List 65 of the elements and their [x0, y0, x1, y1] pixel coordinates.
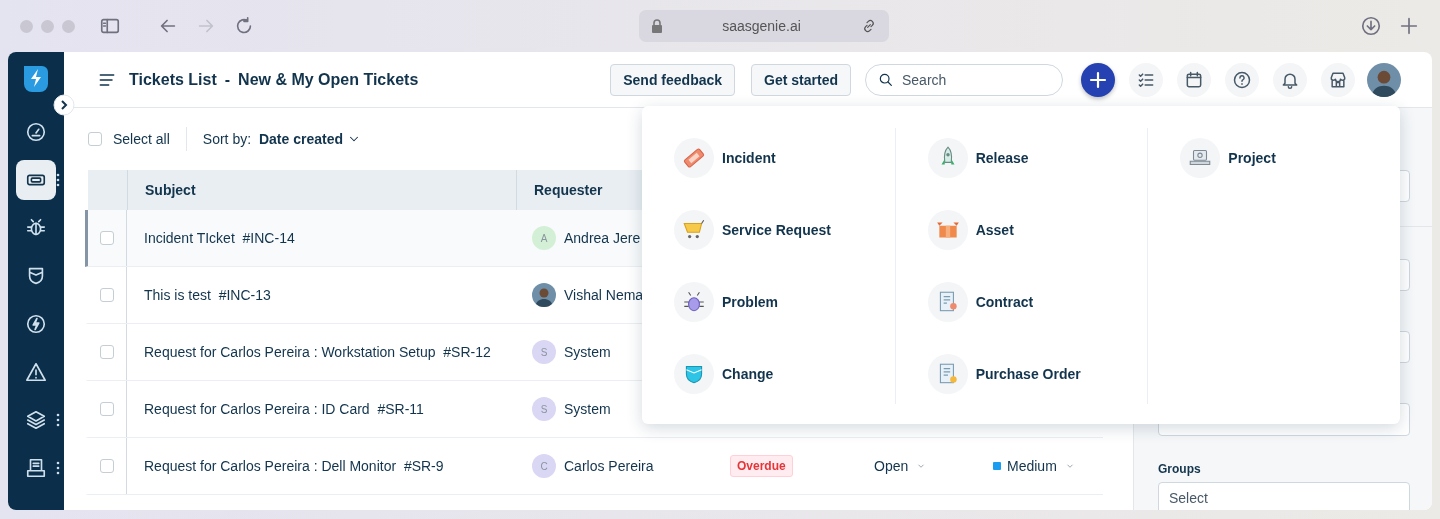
page-title: Tickets List — [129, 70, 217, 89]
menu-item[interactable]: Release — [927, 128, 1116, 188]
document-icon — [25, 457, 47, 479]
sort-dropdown[interactable]: Sort by: Date created — [202, 131, 361, 147]
help-button[interactable] — [1225, 62, 1259, 97]
help-icon — [1232, 69, 1252, 90]
search-icon — [878, 71, 894, 88]
requester-name: Carlos Pereira — [564, 458, 654, 474]
calendar-icon — [1184, 69, 1204, 90]
bolt-icon — [25, 313, 47, 335]
priority-dropdown[interactable]: Medium — [993, 458, 1075, 474]
subject-link[interactable]: Request for Carlos Pereira : ID Card #SR-11 — [127, 381, 516, 437]
menu-item[interactable]: Change — [674, 344, 863, 404]
subject-link[interactable]: Request for Carlos Pereira : Dell Monitor #SR-9 — [127, 438, 516, 494]
subject-link[interactable]: Request for Carlos Pereira : Workstation Setup #SR-12 — [127, 324, 516, 380]
header-button[interactable]: Get started — [751, 63, 851, 96]
checkbox[interactable] — [100, 231, 114, 245]
requester-avatar: C — [532, 454, 556, 478]
expand-toggle-icon[interactable] — [53, 94, 75, 116]
requester-avatar — [532, 283, 556, 307]
menu-item[interactable]: Purchase Order — [927, 344, 1116, 404]
more-icon[interactable] — [56, 413, 60, 427]
checkbox[interactable] — [100, 402, 114, 416]
checkbox[interactable] — [100, 459, 114, 473]
checkbox[interactable] — [100, 345, 114, 359]
gauge-icon — [25, 121, 47, 143]
bell-button[interactable] — [1273, 62, 1307, 97]
store-button[interactable] — [1321, 62, 1355, 97]
menu-item[interactable]: Asset — [927, 200, 1116, 260]
field-label: Groups — [1158, 462, 1202, 476]
requester-name: System — [564, 344, 611, 360]
header-button[interactable]: Send feedback — [610, 63, 736, 96]
lock-icon — [650, 19, 663, 33]
requester-name: Andrea Jere — [564, 230, 641, 246]
overdue-badge: Overdue — [730, 455, 793, 477]
warning-icon — [25, 361, 47, 383]
more-icon[interactable] — [56, 461, 60, 475]
menu-item[interactable]: Project — [1180, 128, 1368, 188]
select-all-label[interactable]: Select all — [113, 131, 170, 147]
title-separator: - — [224, 70, 231, 89]
requester-name: Vishal Nema — [564, 287, 644, 303]
checkbox[interactable] — [100, 288, 114, 302]
new-tab-icon[interactable] — [1398, 15, 1420, 37]
view-name[interactable]: New & My Open Tickets — [238, 70, 419, 89]
download-icon[interactable] — [1360, 15, 1382, 37]
requester-avatar: A — [532, 226, 556, 250]
address-bar[interactable]: saasgenie.ai — [638, 10, 889, 42]
menu-item[interactable]: Problem — [674, 272, 863, 332]
create-button[interactable] — [1081, 62, 1115, 97]
menu-item[interactable]: Contract — [927, 272, 1116, 332]
plus-icon — [1089, 70, 1107, 89]
requester-name: System — [564, 401, 611, 417]
select-field[interactable]: Select — [1158, 482, 1410, 510]
layers-icon — [25, 409, 47, 431]
requester-avatar: S — [532, 397, 556, 421]
user-avatar — [1367, 62, 1401, 97]
checkbox[interactable] — [88, 132, 102, 146]
checklist-button[interactable] — [1129, 62, 1163, 97]
subject-link[interactable]: Incident TIcket #INC-14 — [127, 210, 516, 266]
requester-avatar: S — [532, 340, 556, 364]
more-icon[interactable] — [56, 173, 60, 187]
status-dropdown[interactable]: Open — [874, 458, 927, 474]
calendar-button[interactable] — [1177, 62, 1211, 97]
search-field[interactable]: Search — [865, 63, 1063, 96]
subject-link[interactable]: This is test #INC-13 — [127, 267, 516, 323]
